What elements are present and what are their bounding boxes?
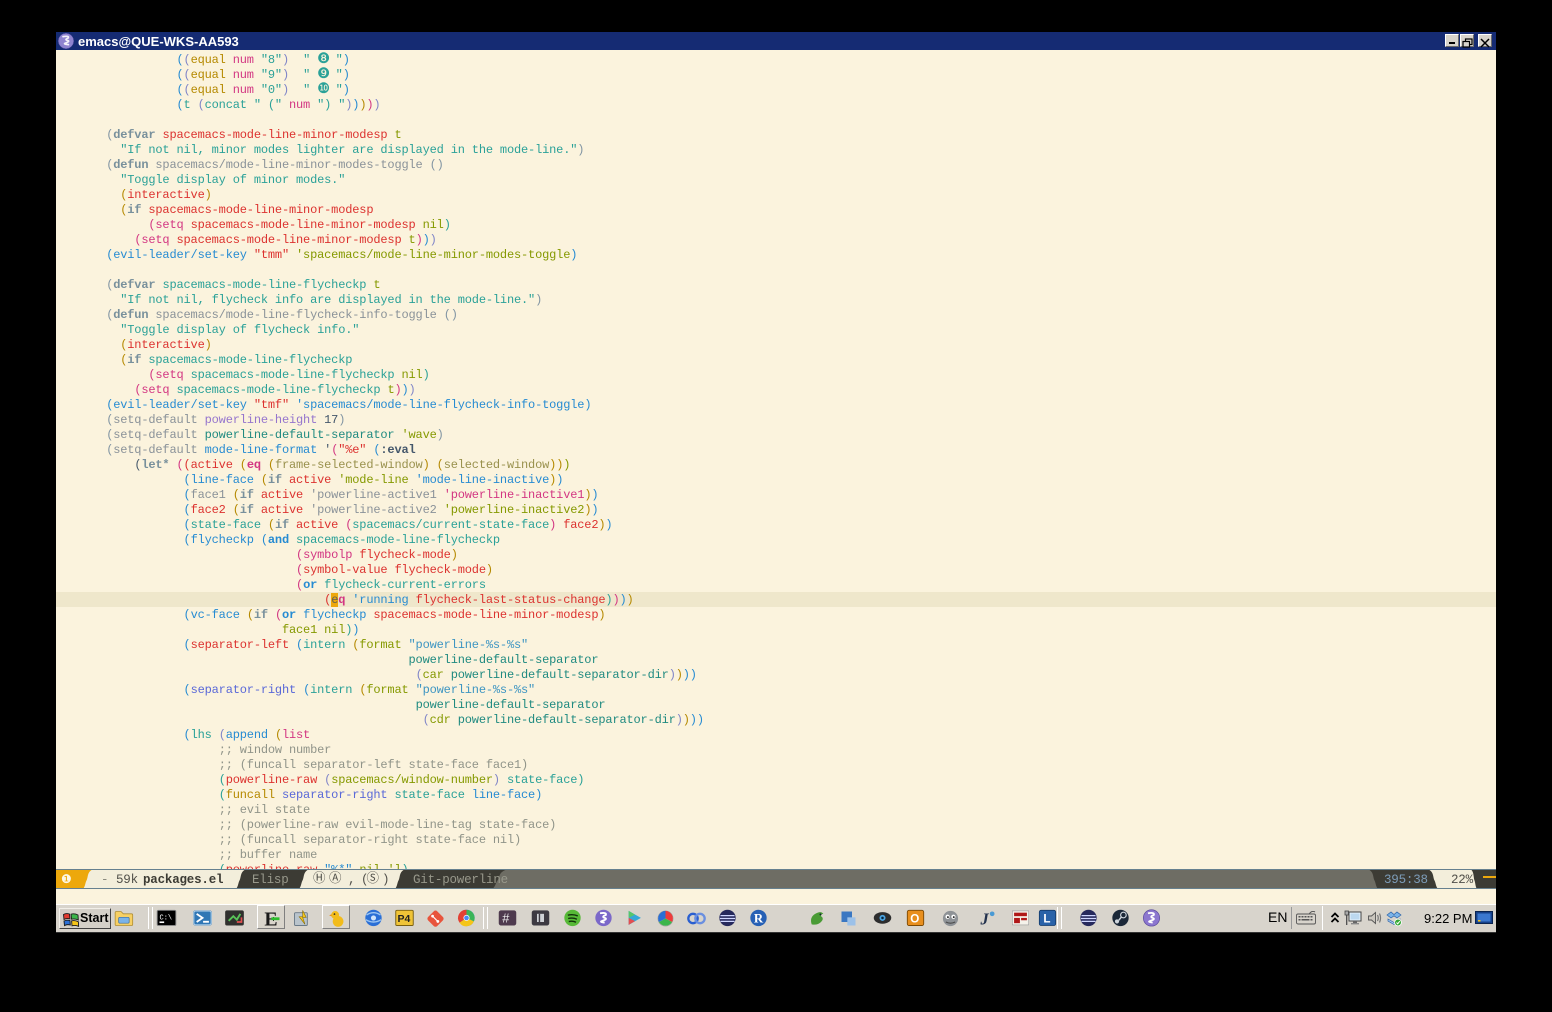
svg-text:J: J bbox=[980, 909, 990, 928]
svg-text:O: O bbox=[910, 913, 919, 926]
svg-text:P4: P4 bbox=[398, 913, 411, 925]
svg-text:R: R bbox=[754, 912, 764, 926]
svg-text:#: # bbox=[502, 911, 510, 926]
svg-text:L: L bbox=[1043, 913, 1050, 926]
